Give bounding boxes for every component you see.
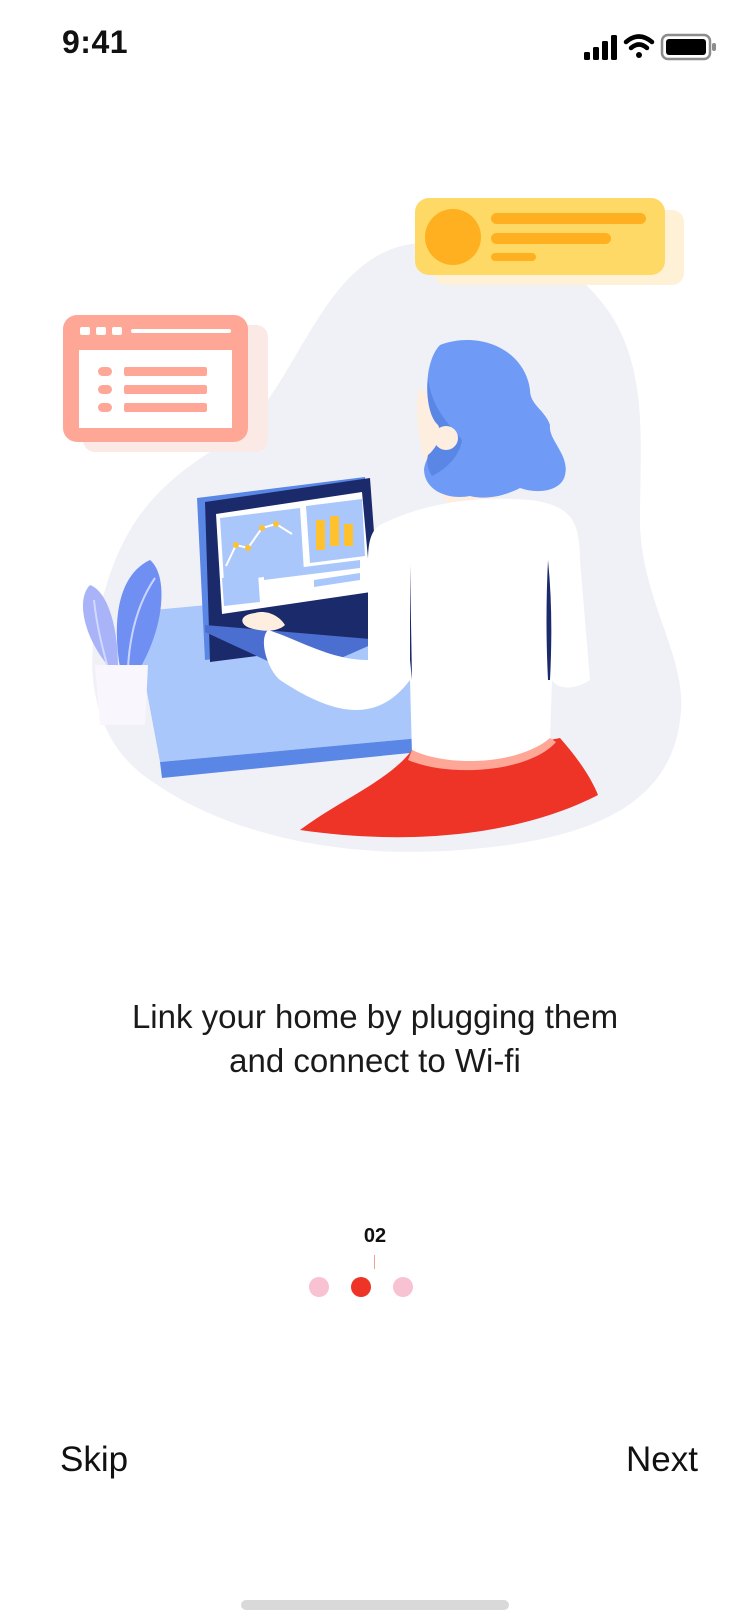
headline-line-2: and connect to Wi-fi (229, 1042, 521, 1079)
onboarding-headline: Link your home by plugging them and conn… (75, 995, 675, 1083)
page-number-tick (374, 1255, 375, 1269)
browser-window-graphic (63, 315, 268, 452)
avatar-circle-graphic (425, 209, 481, 265)
status-time: 9:41 (62, 24, 129, 60)
home-indicator[interactable] (241, 1600, 509, 1610)
page-dot-1[interactable] (309, 1277, 329, 1297)
page-number: 02 (363, 1225, 387, 1247)
headline-line-1: Link your home by plugging them (131, 998, 619, 1035)
status-bar: 9:41 (0, 0, 750, 96)
wifi-icon (623, 34, 655, 58)
notification-card-graphic (415, 198, 684, 285)
signal-icon (584, 35, 617, 60)
page-indicator: 02 (0, 1225, 750, 1305)
status-icons (584, 33, 716, 61)
next-button[interactable]: Next (626, 1440, 698, 1480)
onboarding-illustration (63, 198, 684, 852)
skip-button[interactable]: Skip (60, 1440, 128, 1480)
page-dot-3[interactable] (393, 1277, 413, 1297)
page-dot-2-active[interactable] (351, 1277, 371, 1297)
battery-icon (660, 33, 716, 61)
